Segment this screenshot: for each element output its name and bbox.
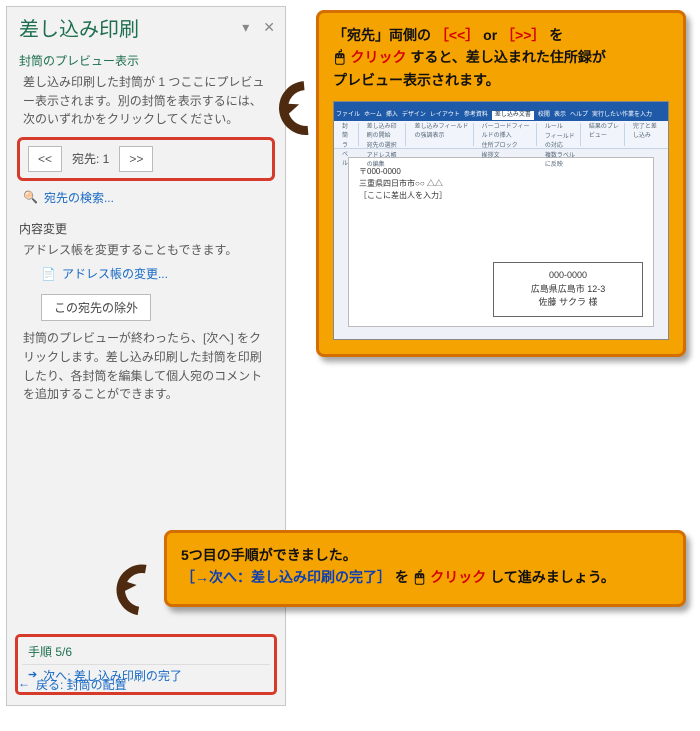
pane-title: 差し込み印刷 [19, 13, 139, 42]
tab-view: 表示 [554, 111, 566, 120]
tool-group-6: 結果のプレビュー [585, 123, 625, 146]
tab-tellme: 実行したい作業を入力 [592, 111, 652, 120]
wizard-back-text: 戻る: 封筒の配置 [36, 676, 127, 693]
tool-group-5: ルール フィールドの対応 複数ラベルに反映 [541, 123, 581, 146]
dropdown-icon[interactable]: ▾ [242, 19, 249, 36]
tool-select: 宛先の選択 [367, 142, 402, 151]
preview-ribbon-tools: 封筒 ラベル 差し込み印刷の開始 宛先の選択 アドレス帳の編集 差し込みフィール… [334, 121, 668, 149]
tool-finish: 完了と差し込み [633, 123, 660, 141]
edit-addressbook-link[interactable]: アドレス帳の変更... [7, 263, 285, 288]
callout1-line3: プレビュー表示されます。 [333, 70, 669, 91]
tool-group-7: 完了と差し込み [629, 123, 664, 146]
tool-match: フィールドの対応 [545, 133, 576, 151]
tool-group-1: 封筒 ラベル [338, 123, 359, 146]
callout1-prev-sym: ［<<］ [435, 27, 479, 43]
callout-step-complete: 5つ目の手順ができました。 ［→次へ：差し込み印刷の完了］ を クリック して進… [164, 530, 686, 607]
tab-mailings: 差し込み文書 [492, 111, 534, 120]
prev-recipient-button[interactable]: << [28, 146, 62, 172]
callout2-tb: して進みましょう。 [490, 569, 615, 585]
search-recipient-link[interactable]: 宛先の検索... [7, 187, 285, 212]
tab-help: ヘルプ [570, 111, 588, 120]
callout1-t1: 「宛先」両側の [333, 27, 435, 43]
recipient-address-block: 000-0000 広島県広島市 12-3 佐藤 サクラ 様 [493, 262, 643, 317]
tab-review: 校閲 [538, 111, 550, 120]
recipient-label: 宛先: 1 [72, 150, 109, 167]
tab-file: ファイル [336, 111, 360, 120]
tool-group-3: 差し込みフィールドの強調表示 [410, 123, 473, 146]
callout1-or: or [483, 27, 501, 43]
tool-rules: ルール [545, 123, 576, 132]
tool-addrblock: 住所ブロック [482, 142, 532, 151]
word-preview-thumbnail: ファイル ホーム 挿入 デザイン レイアウト 参考資料 差し込み文書 校閲 表示… [333, 101, 669, 340]
section-preview-label: 封筒のプレビュー表示 [7, 44, 285, 71]
tab-design: デザイン [402, 111, 426, 120]
close-icon[interactable]: ✕ [263, 19, 275, 36]
tab-layout: レイアウト [430, 111, 460, 120]
preview-envelope-page: 〒000-0000 三重県四日市市○○ △△ ［ここに差出人を入力］ 000-0… [348, 157, 654, 327]
callout1-t1b: を [549, 27, 563, 43]
tab-ref: 参考資料 [464, 111, 488, 120]
mouse-icon-2 [413, 569, 427, 585]
callout1-click: クリック [351, 49, 407, 65]
tab-insert: 挿入 [386, 111, 398, 120]
callout1-line1: 「宛先」両側の ［<<］ or ［>>］ を [333, 25, 669, 46]
tool-barcode: バーコードフィールドの挿入 [482, 123, 532, 141]
preview-ribbon-tabs: ファイル ホーム 挿入 デザイン レイアウト 参考資料 差し込み文書 校閲 表示… [334, 110, 668, 121]
tab-home: ホーム [364, 111, 382, 120]
mouse-icon [333, 49, 347, 65]
recipient-name: 佐藤 サクラ 様 [502, 296, 634, 310]
next-recipient-button[interactable]: >> [119, 146, 153, 172]
callout1-next-sym: ［>>］ [501, 27, 545, 43]
tool-greeting: 挨拶文 [482, 152, 532, 161]
callout2-line1: 5つ目の手順ができました。 [181, 545, 669, 566]
search-icon [23, 190, 38, 204]
section-change-label: 内容変更 [7, 212, 285, 239]
wizard-back-link[interactable]: 戻る: 封筒の配置 [18, 676, 127, 693]
change-body-text: アドレス帳を変更することもできます。 [7, 239, 285, 264]
pane-title-bar: 差し込み印刷 ▾ ✕ [7, 7, 285, 44]
tool-group-4: バーコードフィールドの挿入 住所ブロック 挨拶文 [478, 123, 537, 146]
pane-window-controls: ▾ ✕ [242, 19, 275, 36]
callout2-line2: ［→次へ：差し込み印刷の完了］ を クリック して進みましょう。 [181, 566, 669, 590]
tool-start: 差し込み印刷の開始 [367, 123, 402, 141]
callout1-line2: クリック すると、差し込まれた住所録が [333, 46, 669, 70]
preview-titlebar [334, 102, 668, 110]
search-link-text: 宛先の検索... [44, 189, 114, 206]
tool-group-2: 差し込み印刷の開始 宛先の選択 アドレス帳の編集 [363, 123, 407, 146]
addressbook-icon [41, 267, 56, 281]
recipient-addr: 広島県広島市 12-3 [502, 283, 634, 297]
sender-addr: 三重県四日市市○○ △△ [359, 178, 643, 190]
exclude-recipient-button[interactable]: この宛先の除外 [41, 294, 151, 321]
after-preview-body: 封筒のプレビューが終わったら、[次へ] をクリックします。差し込み印刷した封筒を… [7, 327, 285, 407]
edit-addressbook-text: アドレス帳の変更... [62, 265, 168, 282]
tool-previewresult: 結果のプレビュー [589, 123, 620, 141]
callout2-nextlink: ［→次へ：差し込み印刷の完了］ [181, 569, 391, 585]
callout-preview-explain: 「宛先」両側の ［<<］ or ［>>］ を クリック すると、差し込まれた住所… [316, 10, 686, 357]
sender-post: 〒000-0000 [359, 166, 643, 178]
callout1-t2: すると、差し込まれた住所録が [410, 49, 605, 65]
arrow-left-icon [18, 676, 30, 693]
callout2-click: クリック [430, 569, 486, 585]
preview-page-area: 〒000-0000 三重県四日市市○○ △△ ［ここに差出人を入力］ 000-0… [334, 149, 668, 339]
tool-label: ラベル [342, 142, 354, 169]
tool-highlight: 差し込みフィールドの強調表示 [414, 123, 468, 141]
recipient-nav-box: << 宛先: 1 >> [17, 137, 275, 181]
sender-name: ［ここに差出人を入力］ [359, 190, 643, 202]
recipient-post: 000-0000 [502, 269, 634, 283]
tool-envelope: 封筒 [342, 123, 354, 141]
step-indicator: 手順 5/6 [22, 641, 270, 664]
preview-body-text: 差し込み印刷した封筒が 1 つここにプレビュー表示されます。別の封筒を表示するに… [7, 71, 285, 133]
callout2-ta: を [395, 569, 409, 585]
